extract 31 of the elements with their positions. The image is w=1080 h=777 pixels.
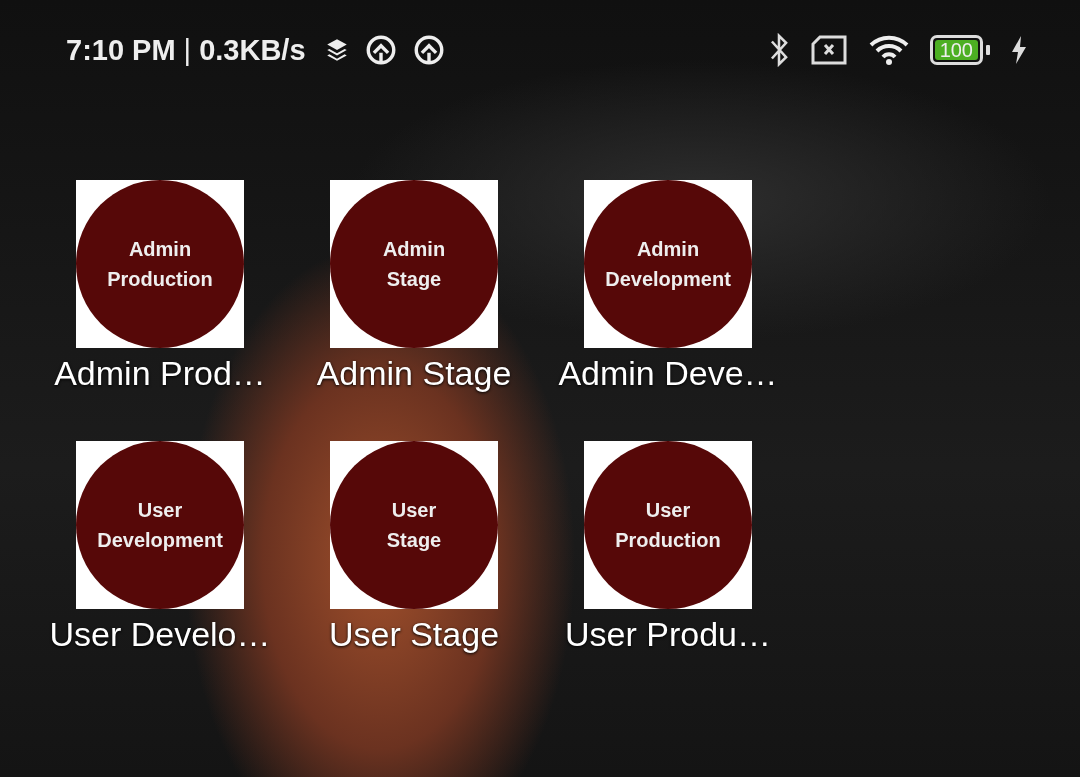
icon-text: User (645, 498, 691, 523)
app-icon[interactable]: User Production (584, 441, 752, 609)
app-label[interactable]: Admin Prod… (54, 354, 266, 393)
wifi-icon (867, 34, 910, 66)
icon-text: Production (615, 528, 721, 553)
app-label[interactable]: User Stage (328, 615, 500, 654)
app-icon[interactable]: Admin Stage (330, 180, 498, 348)
separator: | (183, 33, 192, 67)
icon-text: Admin (382, 237, 446, 262)
app-label[interactable]: User Produ… (565, 615, 771, 654)
network-speed: 0.3KB/s (199, 33, 306, 67)
app-label[interactable]: Admin Stage (316, 354, 512, 393)
icon-text: Admin (636, 237, 700, 262)
app-label[interactable]: User Develo… (49, 615, 271, 654)
app-label[interactable]: Admin Deve… (558, 354, 778, 393)
no-sim-icon (809, 35, 848, 65)
app-icon[interactable]: User Development (76, 441, 244, 609)
icon-text: Development (605, 267, 731, 292)
app-icon[interactable]: Admin Production (76, 180, 244, 348)
icon-text: Stage (386, 267, 442, 292)
icon-text: Development (97, 528, 223, 553)
icon-text: User (391, 498, 437, 523)
icon-text: Stage (386, 528, 442, 553)
icon-text: User (137, 498, 183, 523)
app-icon[interactable]: Admin Development (584, 180, 752, 348)
app-icon[interactable]: User Stage (330, 441, 498, 609)
battery-level: 100 (934, 40, 978, 60)
icon-text: Production (107, 267, 213, 292)
lightning-icon (1010, 35, 1028, 65)
clock-time: 7:10 PM (66, 33, 176, 67)
icon-text: Admin (128, 237, 192, 262)
